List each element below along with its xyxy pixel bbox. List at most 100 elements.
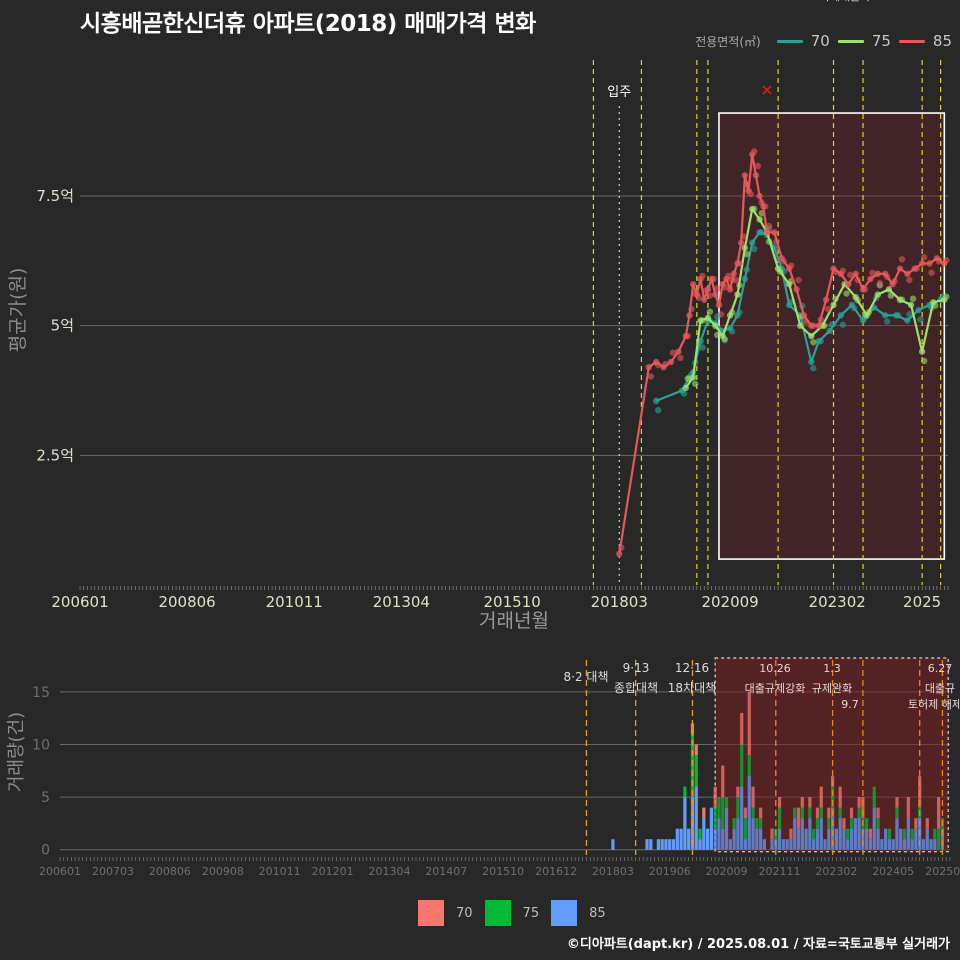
volume-bar-85 (698, 839, 702, 850)
volume-bar-70 (857, 797, 861, 808)
bottom-y-tick-label: 0 (41, 843, 50, 859)
volume-bar-85 (694, 786, 698, 850)
volume-bar-75 (876, 818, 880, 829)
volume-bar-75 (933, 828, 937, 840)
bottom-x-tick-label: 201201 (312, 865, 354, 878)
volume-bar-85 (827, 828, 831, 850)
volume-bar-85 (887, 839, 892, 850)
volume-bar-85 (808, 818, 812, 850)
volume-bar-85 (868, 839, 873, 850)
volume-bar-75 (800, 807, 804, 819)
volume-bar-75 (713, 807, 717, 829)
volume-bar-75 (865, 818, 869, 829)
bottom-x-tick-label: 201510 (482, 865, 524, 878)
bottom-legend-box-85 (551, 900, 578, 926)
volume-bar-85 (834, 828, 838, 850)
volume-bar-85 (717, 818, 721, 850)
volume-bar-75 (937, 828, 941, 850)
volume-bar-70 (777, 797, 782, 808)
volume-bar-85 (747, 776, 751, 850)
bottom-legend-label-75: 75 (522, 905, 540, 921)
y-tick-label: 7.5억 (36, 187, 74, 205)
volume-bar-70 (702, 807, 706, 819)
volume-bar-85 (872, 807, 876, 850)
bottom-legend-item-75: 75 (484, 900, 540, 926)
volume-bar-75 (812, 828, 816, 840)
bottom-x-tick-label: 201011 (259, 865, 301, 878)
bottom-x-tick-label: 201612 (535, 865, 577, 878)
volume-bar-85 (849, 828, 854, 850)
volume-bar-85 (891, 839, 895, 850)
policy-label: 대출규 (925, 682, 955, 695)
volume-bar-85 (770, 839, 774, 850)
bottom-y-tick-label: 10 (32, 737, 50, 753)
x-tick-label: 201304 (373, 593, 430, 611)
data-point (691, 380, 699, 387)
data-point (876, 279, 884, 287)
move-in-label: 입주 (607, 85, 631, 100)
volume-bar-85 (929, 839, 933, 850)
bottom-x-tick-label: 200703 (92, 865, 134, 878)
volume-bar-85 (895, 818, 899, 850)
data-point (810, 365, 817, 372)
volume-bar-70 (827, 807, 831, 819)
policy-label: 규제완화 (812, 682, 852, 695)
volume-bar-85 (880, 839, 884, 850)
data-point (677, 354, 684, 362)
y-tick-label: 2.5억 (36, 446, 74, 464)
volume-bar-75 (838, 807, 842, 819)
volume-bar-75 (736, 797, 740, 819)
volume-bar-85 (823, 839, 827, 850)
data-point (909, 295, 917, 302)
bottom-y-axis-title: 거래량(건) (6, 712, 27, 792)
volume-bar-70 (876, 807, 880, 819)
volume-bar-75 (808, 807, 812, 819)
volume-bar-75 (740, 744, 744, 787)
volume-bar-85 (645, 839, 649, 850)
volume-bar-85 (660, 839, 664, 850)
policy-label: 종합대책 (614, 680, 658, 695)
volume-bar-85 (857, 818, 861, 850)
volume-bar-70 (743, 807, 748, 819)
source-footer: ©디아파트(dapt.kr) / 2025.08.01 / 자료=국토교통부 실… (566, 937, 950, 952)
volume-bar-85 (724, 807, 729, 850)
policy-label: 8·2 대책 (564, 669, 609, 684)
volume-bar-85 (611, 839, 615, 850)
bottom-y-tick-label: 5 (41, 790, 50, 806)
policy-label: 토허제 해제 (908, 697, 960, 711)
volume-bar-85 (899, 828, 903, 850)
volume-bar-75 (849, 818, 854, 829)
volume-bar-85 (838, 818, 842, 850)
volume-bar-75 (751, 807, 755, 819)
policy-label: 12·16 (675, 661, 709, 675)
volume-bar-70 (868, 828, 873, 840)
volume-bar-75 (857, 807, 861, 819)
policy-label: 10.26 (759, 662, 791, 675)
data-point (706, 308, 714, 315)
volume-bar-75 (887, 828, 892, 840)
data-point (906, 276, 913, 284)
x-axis-title: 거래년월 (479, 610, 549, 632)
volume-bar-85 (732, 828, 736, 850)
policy-label: 특례대출축소 (820, 0, 881, 3)
volume-bar-85 (925, 828, 929, 850)
volume-bar-70 (736, 786, 740, 798)
bottom-x-tick-label: 202405 (872, 865, 914, 878)
x-tick-label: 2025 (903, 593, 941, 611)
volume-bar-75 (743, 818, 748, 840)
volume-bar-75 (777, 807, 782, 829)
volume-bar-85 (804, 828, 808, 850)
volume-bar-75 (910, 828, 914, 840)
volume-bar-75 (902, 828, 907, 840)
volume-bar-75 (717, 797, 721, 819)
volume-bar-70 (751, 786, 755, 808)
bottom-x-tick-label: 200806 (149, 865, 191, 878)
bottom-legend: 70 75 85 (418, 900, 618, 926)
volume-bar-75 (819, 807, 823, 819)
volume-bar-85 (789, 839, 793, 850)
data-point (917, 316, 924, 323)
volume-bar-85 (800, 818, 804, 850)
volume-bar-70 (842, 818, 846, 829)
volume-bar-85 (668, 839, 672, 850)
volume-bar-85 (910, 839, 914, 850)
